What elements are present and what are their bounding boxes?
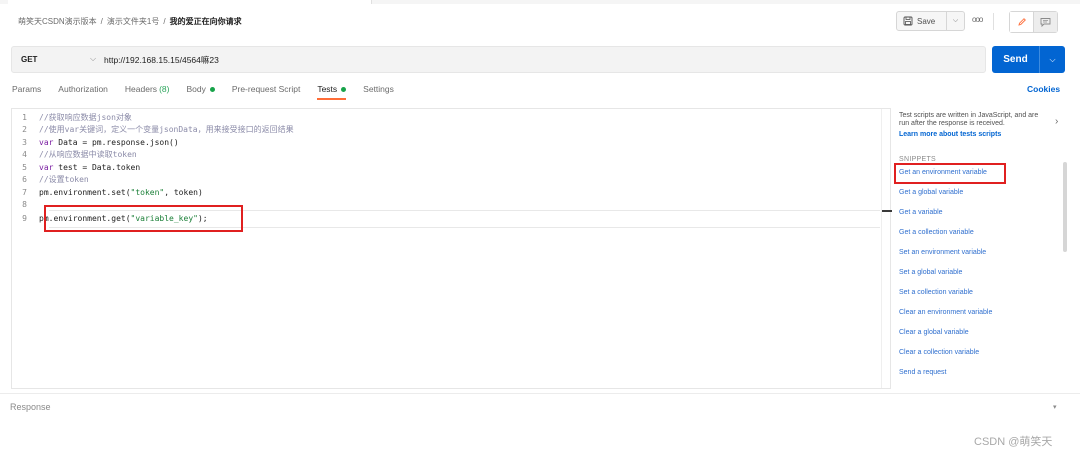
tab-settings[interactable]: Settings	[363, 84, 394, 100]
tests-status-dot-icon	[341, 86, 347, 92]
url-input[interactable]: http://192.168.15.15/4564嘛23	[104, 54, 219, 66]
edit-mode-button[interactable]	[1010, 12, 1034, 32]
code-keyword: var	[39, 137, 54, 147]
headers-count-badge: (8)	[159, 84, 170, 94]
code-line: 6 //设置token	[12, 174, 880, 187]
tab-label: Params	[12, 84, 42, 94]
snippet-get-global-variable[interactable]: Get a global variable	[899, 189, 963, 196]
snippets-panel: Test scripts are written in JavaScript, …	[891, 108, 1067, 389]
breadcrumb-folder[interactable]: 演示文件夹1号	[107, 17, 159, 26]
request-tabs: Params Authorization Headers (8) Body Pre…	[12, 84, 411, 104]
code-comment: //设置token	[39, 175, 89, 185]
code-text: pm.environment.set(	[39, 187, 131, 197]
breadcrumb: 萌笑天CSDN演示版本 / 演示文件夹1号 / 我的爱正在向你请求	[18, 16, 242, 27]
code-line: 7 pm.environment.set("token", token)	[12, 186, 880, 199]
snippet-send-request[interactable]: Send a request	[899, 369, 946, 376]
snippet-clear-global-variable[interactable]: Clear a global variable	[899, 329, 969, 336]
line-number: 8	[22, 200, 27, 210]
code-line: 5 var test = Data.token	[12, 161, 880, 174]
line-number: 1	[22, 112, 27, 122]
breadcrumb-separator: /	[163, 17, 166, 26]
learn-more-link[interactable]: Learn more about tests scripts	[899, 131, 1001, 138]
tab-label: Tests	[317, 84, 338, 94]
request-header: 萌笑天CSDN演示版本 / 演示文件夹1号 / 我的爱正在向你请求 Save ⌵ ooo	[0, 4, 1080, 38]
watermark: CSDN @萌笑天	[974, 436, 1053, 448]
editor-scrollbar[interactable]	[881, 109, 892, 388]
code-line: 3 var Data = pm.response.json()	[12, 136, 880, 149]
body-status-dot-icon	[209, 86, 215, 92]
request-url-bar: GET ⌵ http://192.168.15.15/4564嘛23	[11, 46, 986, 73]
tests-editor-panel: 1 //获取响应数据json对象 2 //使用var关键词，定义一个变量jsonDa…	[11, 108, 892, 389]
code-line: 4 //从响应数据中读取token	[12, 149, 880, 162]
documentation-mode-button[interactable]	[1034, 12, 1057, 32]
breadcrumb-collection[interactable]: 萌笑天CSDN演示版本	[18, 17, 97, 26]
code-comment: //获取响应数据json对象	[39, 112, 132, 122]
line-number: 9	[22, 213, 27, 223]
line-number: 2	[22, 125, 27, 135]
response-chevron-down-icon[interactable]: ▾	[1053, 403, 1057, 411]
snippet-clear-environment-variable[interactable]: Clear an environment variable	[899, 309, 992, 316]
line-number: 5	[22, 162, 27, 172]
tab-label: Authorization	[58, 84, 108, 94]
response-section-title[interactable]: Response	[10, 402, 51, 412]
tab-label: Settings	[363, 84, 394, 94]
toolbar-divider	[993, 13, 994, 30]
code-comment: //从响应数据中读取token	[39, 150, 137, 160]
code-line: 1 //获取响应数据json对象	[12, 111, 880, 124]
view-mode-toggle	[1009, 11, 1058, 33]
line-number: 4	[22, 150, 27, 160]
tab-label: Pre-request Script	[231, 84, 301, 94]
code-string: "token"	[130, 187, 165, 197]
tab-label: Headers	[124, 84, 158, 94]
pencil-icon	[1017, 18, 1026, 26]
tab-params[interactable]: Params	[12, 84, 41, 100]
snippet-get-collection-variable[interactable]: Get a collection variable	[899, 229, 974, 236]
tab-headers[interactable]: Headers (8)	[125, 84, 170, 100]
cookies-link[interactable]: Cookies	[1027, 84, 1060, 94]
code-editor[interactable]: 1 //获取响应数据json对象 2 //使用var关键词，定义一个变量jsonDa…	[12, 109, 880, 388]
tab-label: Body	[186, 84, 206, 94]
collapse-panel-chevron-right-icon[interactable]: ›	[1055, 116, 1058, 127]
save-label: Save	[917, 16, 936, 26]
more-options-icon[interactable]: ooo	[972, 15, 983, 24]
tab-body[interactable]: Body	[186, 84, 215, 100]
tab-authorization[interactable]: Authorization	[58, 84, 108, 100]
tests-description: Test scripts are written in JavaScript, …	[899, 112, 1039, 127]
snippet-clear-collection-variable[interactable]: Clear a collection variable	[899, 349, 979, 356]
code-comment: //使用var关键词，定义一个变量jsonData，用来接受接口的返回结果	[39, 125, 294, 135]
save-icon	[903, 16, 913, 26]
snippet-set-global-variable[interactable]: Set a global variable	[899, 269, 962, 276]
send-button[interactable]: Send	[992, 46, 1040, 73]
line-number: 3	[22, 137, 27, 147]
line-number: 7	[22, 187, 27, 197]
code-keyword: var	[39, 162, 54, 172]
snippets-heading: SNIPPETS	[899, 156, 937, 163]
http-method-select[interactable]: GET	[21, 55, 37, 64]
method-chevron-down-icon[interactable]: ⌵	[90, 54, 96, 64]
send-options-chevron-icon[interactable]: ⌵	[1040, 46, 1065, 73]
tab-tests[interactable]: Tests	[317, 84, 347, 100]
code-line: 2 //使用var关键词，定义一个变量jsonData，用来接受接口的返回结果	[12, 124, 880, 137]
code-text: Data = pm.response.json()	[53, 137, 179, 147]
save-button[interactable]: Save	[897, 12, 947, 30]
snippet-set-environment-variable[interactable]: Set an environment variable	[899, 249, 986, 256]
code-text: , token)	[164, 187, 203, 197]
response-divider	[0, 393, 1080, 394]
tab-pre-request-script[interactable]: Pre-request Script	[232, 84, 301, 100]
snippet-get-variable[interactable]: Get a variable	[899, 209, 943, 216]
breadcrumb-current-request[interactable]: 我的爱正在向你请求	[170, 17, 242, 26]
comment-icon	[1040, 18, 1051, 27]
send-button-group: Send ⌵	[992, 46, 1065, 73]
save-options-chevron-icon[interactable]: ⌵	[947, 17, 964, 25]
snippets-scrollbar[interactable]	[1063, 162, 1067, 252]
code-text: test = Data.token	[53, 162, 141, 172]
save-button-group: Save ⌵	[896, 11, 965, 31]
breadcrumb-separator: /	[100, 17, 103, 26]
line-number: 6	[22, 175, 27, 185]
snippet-set-collection-variable[interactable]: Set a collection variable	[899, 289, 973, 296]
annotation-highlight-code	[44, 205, 243, 232]
annotation-highlight-snippet	[894, 163, 1006, 184]
